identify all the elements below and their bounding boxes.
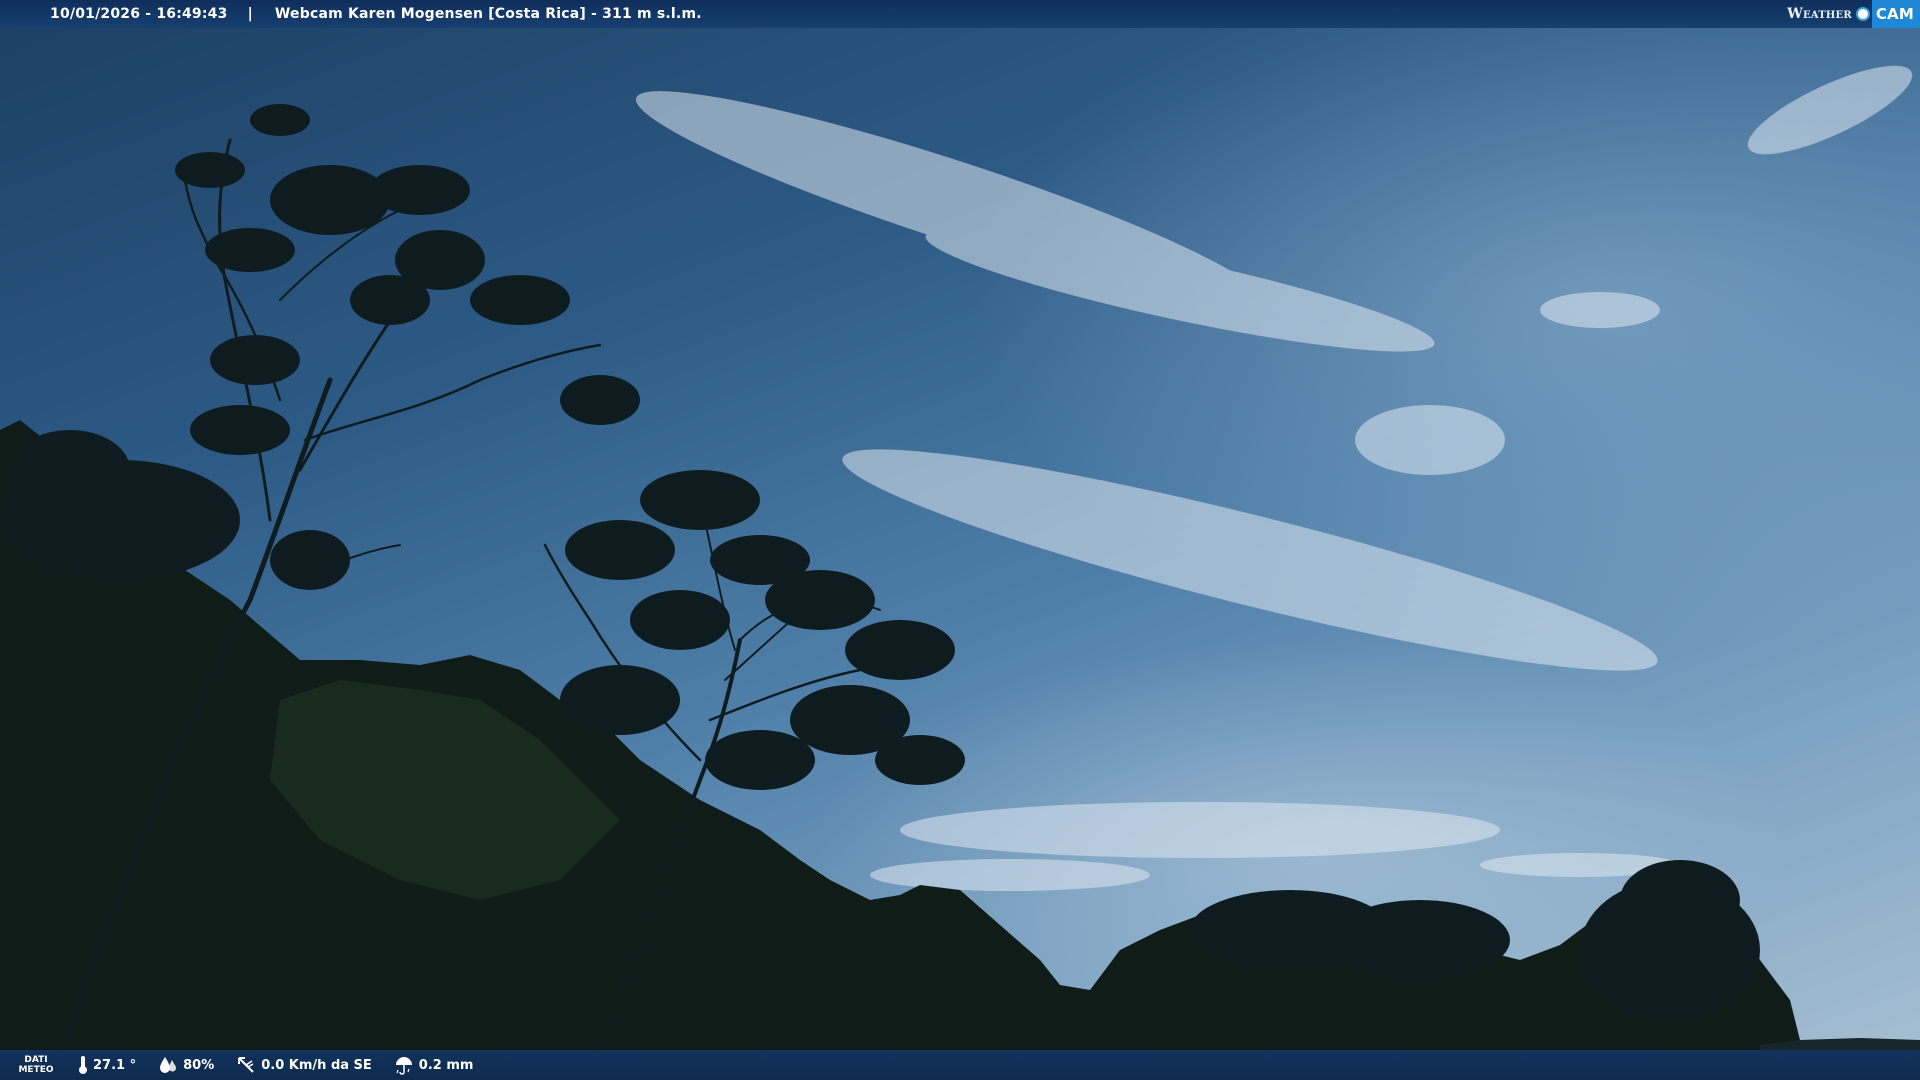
- humidity-icon: [160, 1057, 177, 1073]
- header-separator: |: [247, 6, 253, 22]
- rain-reading: 0.2 mm: [394, 1055, 474, 1075]
- humidity-value: 80%: [183, 1057, 215, 1073]
- weather-data-label-line2: METEO: [18, 1065, 54, 1075]
- brand-cam-text: CAM: [1871, 0, 1920, 28]
- brand-weather-text: Weather: [1787, 6, 1852, 22]
- humidity-reading: 80%: [158, 1056, 214, 1074]
- wind-value: 0.0 Km/h da SE: [261, 1057, 372, 1073]
- clouds: [635, 65, 1913, 891]
- webcam-view: 10/01/2026 - 16:49:43 | Webcam Karen Mog…: [0, 0, 1920, 1080]
- weather-data-bar: DATI METEO 27.1 ° 80% 0.0 Km/h da SE 0.2…: [0, 1050, 1920, 1080]
- wind-reading: 0.0 Km/h da SE: [236, 1055, 372, 1075]
- temperature-value: 27.1 °: [93, 1057, 137, 1073]
- rain-value: 0.2 mm: [418, 1057, 474, 1073]
- thermometer-icon: [79, 1056, 87, 1074]
- landscape-silhouette: [0, 65, 1920, 1080]
- weather-data-label: DATI METEO: [16, 1055, 56, 1075]
- webcam-title: Webcam Karen Mogensen [Costa Rica] - 311…: [274, 6, 702, 22]
- rain-icon: [395, 1057, 412, 1075]
- timestamp: 10/01/2026 - 16:49:43: [50, 6, 228, 22]
- weather-data-label-line1: DATI: [24, 1055, 48, 1065]
- weathercam-logo[interactable]: Weather CAM: [1787, 0, 1920, 28]
- temperature-reading: 27.1 °: [78, 1055, 136, 1075]
- wind-icon: [238, 1057, 254, 1073]
- webcam-header-bar: 10/01/2026 - 16:49:43 | Webcam Karen Mog…: [0, 0, 1920, 28]
- brand-dot-icon: [1855, 7, 1870, 21]
